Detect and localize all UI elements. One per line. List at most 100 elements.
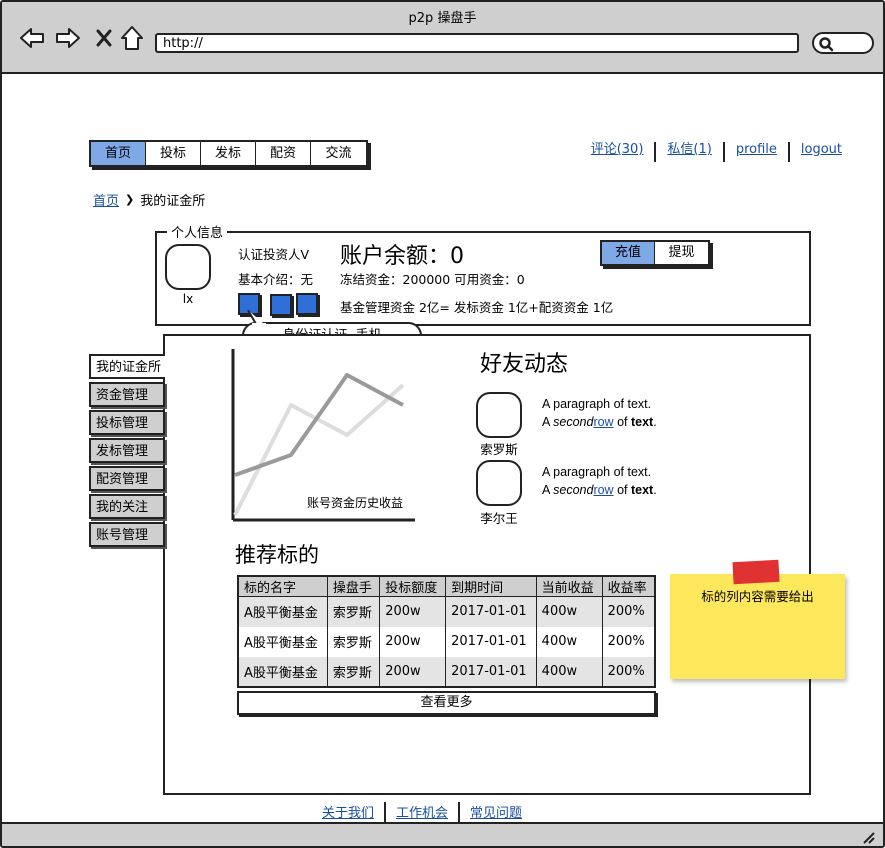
table-cell: 索罗斯 — [326, 596, 381, 627]
table-cell: 2017-01-01 — [445, 626, 537, 657]
column-header[interactable]: 投标额度 — [379, 575, 447, 597]
breadcrumb-separator-icon: ❯ — [125, 193, 135, 206]
recommend-title: 推荐标的 — [235, 543, 319, 567]
browser-window: p2p 操盘手 http:// 首页 投标 发标 配资 交流 评论(30) 私信… — [0, 0, 885, 848]
tab-bid[interactable]: 投标 — [146, 142, 201, 165]
phone-verify-button[interactable] — [270, 294, 292, 316]
friend-activity-line2: A secondrow of text. — [542, 481, 657, 499]
chart-series-group — [233, 373, 405, 516]
messages-link[interactable]: 私信(1) — [654, 142, 722, 162]
browser-titlebar: p2p 操盘手 http:// — [2, 2, 883, 74]
breadcrumb-current: 我的证金所 — [140, 194, 206, 209]
footer-about-link[interactable]: 关于我们 — [312, 802, 384, 822]
sidebar-item-financing[interactable]: 配资管理 — [89, 466, 165, 491]
user-nav: 评论(30) 私信(1) profile logout — [580, 142, 853, 162]
search-input[interactable] — [812, 32, 874, 54]
friend-row-link[interactable]: row — [593, 415, 613, 429]
line2-emphasis: second — [553, 483, 594, 497]
table-cell: 索罗斯 — [326, 656, 381, 687]
column-header[interactable]: 到期时间 — [445, 575, 537, 597]
table-cell: 2017-01-01 — [445, 656, 537, 687]
line2-bold: text — [630, 415, 654, 429]
table-cell: 200% — [601, 596, 656, 627]
column-header[interactable]: 当前收益 — [535, 575, 603, 597]
table-cell: A股平衡基金 — [237, 596, 328, 627]
fund-summary: 基金管理资金 2亿= 发标资金 1亿+配资资金 1亿 — [340, 300, 614, 315]
table-cell: 400w — [535, 626, 603, 657]
resize-grip-icon[interactable] — [861, 830, 875, 844]
friend-activity-line1: A paragraph of text. — [542, 397, 652, 411]
search-icon — [819, 37, 834, 52]
top-nav: 首页 投标 发标 配资 交流 — [89, 140, 368, 167]
tab-financing[interactable]: 配资 — [256, 142, 311, 165]
forward-arrow-icon[interactable] — [54, 24, 82, 52]
table-cell: A股平衡基金 — [237, 626, 328, 657]
tooltip-pointer-icon — [247, 310, 266, 326]
column-header[interactable]: 收益率 — [601, 575, 656, 597]
personal-info-legend: 个人信息 — [167, 222, 228, 241]
footer-faq-link[interactable]: 常见问题 — [458, 802, 532, 822]
column-header[interactable]: 操盘手 — [326, 575, 381, 597]
friend-avatar — [476, 460, 522, 506]
balance-actions: 充值 提现 — [600, 240, 710, 266]
sidebar-item-issues[interactable]: 发标管理 — [89, 438, 165, 463]
table-cell: 200w — [379, 656, 447, 687]
sidebar-item-following[interactable]: 我的关注 — [89, 494, 165, 519]
sidebar-item-account[interactable]: 账号管理 — [89, 522, 165, 547]
view-more-button[interactable]: 查看更多 — [237, 691, 656, 715]
profile-link[interactable]: profile — [722, 142, 788, 162]
footer-jobs-link[interactable]: 工作机会 — [384, 802, 458, 822]
friend-avatar — [476, 392, 522, 438]
recharge-button[interactable]: 充值 — [602, 242, 655, 264]
table-cell: 200w — [379, 596, 447, 627]
line2-mid: of — [613, 415, 631, 429]
friend-row-link[interactable]: row — [593, 483, 613, 497]
line2-end: . — [653, 415, 657, 429]
table-row[interactable]: A股平衡基金 索罗斯 200w 2017-01-01 400w 200% — [237, 626, 656, 657]
friends-title: 好友动态 — [480, 352, 569, 377]
table-header-row: 标的名字 操盘手 投标额度 到期时间 当前收益 收益率 — [237, 575, 656, 597]
friend-activity: A paragraph of text. A secondrow of text… — [542, 395, 657, 431]
email-verify-button[interactable] — [296, 293, 318, 315]
sidebar-item-bids[interactable]: 投标管理 — [89, 410, 165, 435]
table-cell: 400w — [535, 656, 603, 687]
verified-label: 认证投资人V — [238, 247, 310, 262]
home-icon[interactable] — [118, 24, 146, 52]
breadcrumb: 首页 ❯ 我的证金所 — [93, 190, 205, 209]
friend-activity: A paragraph of text. A secondrow of text… — [542, 463, 657, 499]
friend-name: 李尔王 — [480, 511, 518, 526]
friend-name: 索罗斯 — [480, 442, 518, 457]
close-icon[interactable] — [90, 24, 118, 52]
tab-issue[interactable]: 发标 — [201, 142, 256, 165]
table-cell: 200% — [601, 656, 656, 687]
logout-link[interactable]: logout — [787, 142, 853, 162]
username: lx — [182, 292, 194, 306]
column-header[interactable]: 标的名字 — [237, 575, 328, 597]
friend-activity-line2: A secondrow of text. — [542, 413, 657, 431]
line2-emphasis: second — [553, 415, 594, 429]
table-cell: A股平衡基金 — [237, 656, 328, 687]
comments-link[interactable]: 评论(30) — [580, 142, 655, 162]
user-avatar — [165, 244, 211, 290]
intro-label: 基本介绍：无 — [238, 272, 314, 287]
table-row[interactable]: A股平衡基金 索罗斯 200w 2017-01-01 400w 200% — [237, 596, 656, 627]
footer-links: 关于我们 工作机会 常见问题 — [312, 802, 532, 822]
tab-home[interactable]: 首页 — [91, 142, 146, 165]
sticky-note-text: 标的列内容需要给出 — [701, 589, 814, 604]
tab-community[interactable]: 交流 — [311, 142, 366, 165]
side-nav: 我的证金所 资金管理 投标管理 发标管理 配资管理 我的关注 账号管理 — [89, 354, 165, 550]
back-arrow-icon[interactable] — [18, 24, 46, 52]
breadcrumb-home-link[interactable]: 首页 — [93, 190, 119, 209]
sticky-tape — [732, 559, 780, 585]
chart-series-line — [234, 373, 404, 477]
browser-statusbar — [2, 822, 883, 846]
chart-title: 账号资金历史收益 — [307, 495, 403, 510]
sidebar-item-my-account[interactable]: 我的证金所 — [89, 354, 165, 379]
sidebar-item-funds[interactable]: 资金管理 — [89, 382, 165, 407]
table-cell: 200% — [601, 626, 656, 657]
table-cell: 200w — [379, 626, 447, 657]
table-cell: 400w — [535, 596, 603, 627]
url-input[interactable]: http:// — [155, 33, 799, 53]
table-row[interactable]: A股平衡基金 索罗斯 200w 2017-01-01 400w 200% — [237, 656, 656, 687]
withdraw-button[interactable]: 提现 — [655, 242, 708, 264]
